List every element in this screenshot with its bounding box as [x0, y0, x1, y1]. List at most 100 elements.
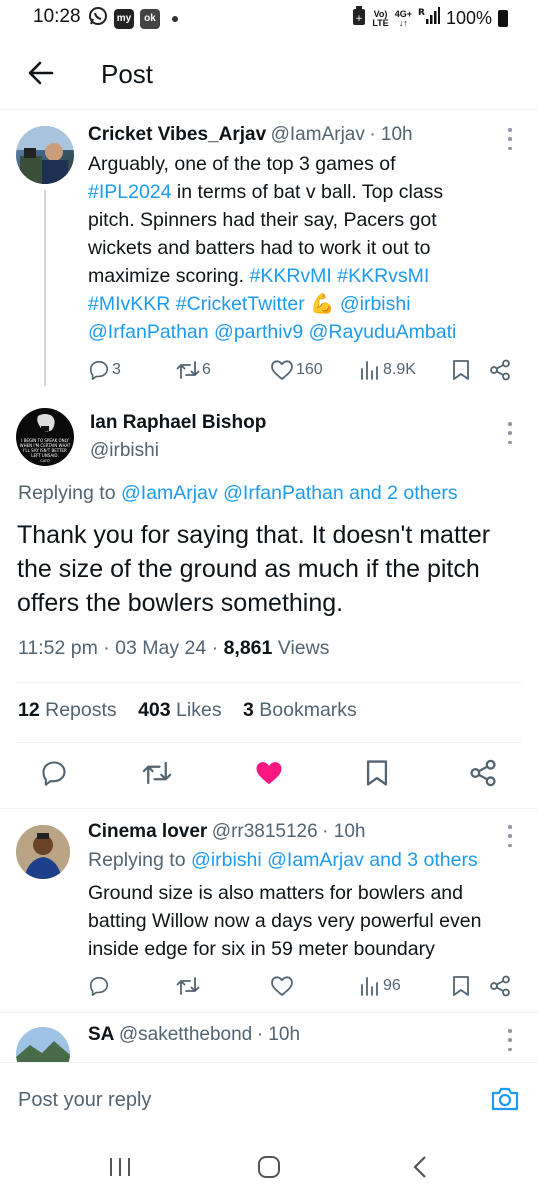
volte-indicator: Vo) LTE [372, 8, 389, 28]
tweet-text-line: Arguably, one of the top 3 games of [88, 150, 528, 178]
reply-input[interactable]: Post your reply [18, 1089, 151, 1112]
thread-line [44, 190, 46, 386]
bookmarks-stat[interactable]: 3 Bookmarks [243, 699, 357, 721]
reply-icon [89, 360, 109, 380]
tweet-meta: 11:52 pm · 03 May 24 · 8,861 Views [18, 637, 330, 659]
timestamp[interactable]: · 10h [322, 821, 365, 842]
bookmark-icon[interactable] [451, 975, 471, 997]
recent-apps-icon[interactable] [108, 1156, 132, 1183]
more-notifications-dot [172, 15, 178, 22]
hashtag-or-mention-link[interactable]: @IrfanPathan @parthiv9 @RayuduAmbati [88, 321, 456, 343]
status-bar: 10:28 my ok + Vo) LTE 4G+ ↓↑ R 100% [0, 0, 538, 34]
tweet-text-line: #IPL2024 in terms of bat v ball. Top cla… [88, 178, 528, 206]
tweet-text-segment: Arguably, one of the top 3 games of [88, 153, 396, 175]
svg-text:LEFT UNSAID.: LEFT UNSAID. [31, 453, 59, 458]
back-arrow-icon[interactable] [24, 56, 58, 90]
battery-saver-icon: + [352, 6, 366, 31]
handle[interactable]: @saketthebond [119, 1024, 252, 1045]
network-type: 4G+ ↓↑ [394, 8, 412, 28]
like-button[interactable]: 160 [270, 359, 323, 381]
repost-button[interactable]: 6 [176, 359, 211, 381]
views-button[interactable]: 96 [359, 975, 401, 997]
view-count: 96 [383, 977, 401, 994]
repost-icon[interactable] [142, 759, 172, 787]
repost-count: 6 [202, 361, 211, 378]
display-name[interactable]: Cinema lover [88, 821, 207, 842]
share-icon[interactable] [469, 759, 497, 787]
heart-icon [271, 360, 293, 380]
display-name[interactable]: SA [88, 1024, 114, 1045]
handle[interactable]: @rr3815126 [212, 821, 318, 842]
reply-icon[interactable] [40, 759, 68, 787]
avatar[interactable]: I BEGIN TO SPEAK ONLY WHEN I'M CERTAIN W… [16, 408, 74, 466]
main-tweet: I BEGIN TO SPEAK ONLY WHEN I'M CERTAIN W… [0, 392, 538, 810]
reposts-stat[interactable]: 12 Reposts [18, 699, 117, 721]
share-icon[interactable] [489, 975, 511, 997]
page-title: Post [101, 59, 154, 89]
reply-icon[interactable] [88, 975, 110, 997]
more-options-icon[interactable] [507, 825, 513, 847]
views-icon [361, 361, 378, 380]
views-count: 8,861 [223, 637, 273, 659]
tweet-text-line: pitch. Spinners had their say, Pacers go… [88, 206, 528, 234]
heart-icon[interactable] [270, 975, 294, 997]
repost-icon[interactable] [176, 975, 200, 997]
reply-count: 3 [112, 361, 121, 378]
divider [16, 682, 522, 683]
tweet-text: Arguably, one of the top 3 games of #IPL2… [88, 150, 528, 346]
views-icon [361, 977, 378, 996]
svg-text:CATO: CATO [40, 459, 50, 463]
more-options-icon[interactable] [507, 128, 513, 150]
camera-icon[interactable] [490, 1085, 520, 1118]
heart-filled-icon[interactable] [254, 759, 284, 787]
display-name[interactable]: Ian Raphael Bishop [90, 412, 266, 434]
bookmark-icon[interactable] [451, 359, 471, 381]
replying-to: Replying to @irbishi @IamArjav and 3 oth… [88, 849, 478, 871]
reply-composer: Post your reply [0, 1062, 538, 1136]
handle[interactable]: @irbishi [90, 440, 159, 462]
svg-text:R: R [418, 8, 425, 18]
top-app-bar: Post [0, 34, 538, 110]
hashtag-or-mention-link[interactable]: #MIvKKR #CricketTwitter [88, 293, 305, 315]
hashtag-or-mention-link[interactable]: @irbishi [340, 293, 411, 315]
reply-button[interactable]: 3 [88, 359, 121, 381]
ok-icon: ok [140, 8, 160, 29]
tweet-header: SA @saketthebond · 10h [88, 1024, 300, 1046]
handle[interactable]: @IamArjav [271, 124, 365, 145]
tweet-header: Cricket Vibes_Arjav @IamArjav · 10h [88, 124, 413, 146]
timestamp[interactable]: · 10h [369, 124, 412, 145]
like-count: 160 [296, 361, 323, 378]
replying-to-links[interactable]: @irbishi @IamArjav and 3 others [191, 849, 478, 871]
share-icon[interactable] [489, 359, 511, 381]
divider [16, 742, 522, 743]
back-nav-icon[interactable] [410, 1154, 430, 1185]
tweet-text: Ground size is also matters for bowlers … [88, 882, 482, 960]
tweet-timestamp[interactable]: 11:52 pm · 03 May 24 · [18, 637, 224, 659]
system-icons: + Vo) LTE 4G+ ↓↑ R 100% [352, 6, 508, 31]
avatar[interactable] [16, 1027, 70, 1062]
tweet-text-segment: in terms of bat v ball. Top class [171, 181, 444, 203]
whatsapp-icon [88, 6, 108, 31]
parent-tweet[interactable]: Cricket Vibes_Arjav @IamArjav · 10h Argu… [0, 110, 538, 392]
likes-stat[interactable]: 403 Likes [138, 699, 222, 721]
view-count: 8.9K [383, 361, 416, 378]
display-name[interactable]: Cricket Vibes_Arjav [88, 124, 266, 145]
bookmark-icon[interactable] [364, 759, 390, 787]
views-button[interactable]: 8.9K [359, 359, 416, 381]
home-icon[interactable] [256, 1154, 282, 1185]
signal-icon: R [418, 7, 440, 30]
timestamp[interactable]: · 10h [257, 1024, 300, 1045]
notification-icons: my ok [88, 6, 178, 31]
avatar[interactable] [16, 825, 70, 879]
more-options-icon[interactable] [507, 422, 513, 444]
reply-tweet[interactable]: Cinema lover @rr3815126 · 10h Replying t… [0, 809, 538, 1012]
hashtag-or-mention-link[interactable]: #IPL2024 [88, 181, 172, 203]
tweet-text-line: offers the bowlers something. [17, 589, 344, 617]
reply-tweet[interactable]: SA @saketthebond · 10h [0, 1013, 538, 1062]
avatar[interactable] [16, 126, 74, 184]
hashtag-or-mention-link[interactable]: #KKRvMI #KKRvsMI [249, 265, 429, 287]
replying-to-links[interactable]: @IamArjav @IrfanPathan and 2 others [121, 482, 458, 504]
tweet-text-line: #MIvKKR #CricketTwitter 💪 @irbishi [88, 290, 528, 318]
more-options-icon[interactable] [507, 1029, 513, 1051]
engagement-stats: 12 Reposts 403 Likes 3 Bookmarks [18, 699, 357, 722]
